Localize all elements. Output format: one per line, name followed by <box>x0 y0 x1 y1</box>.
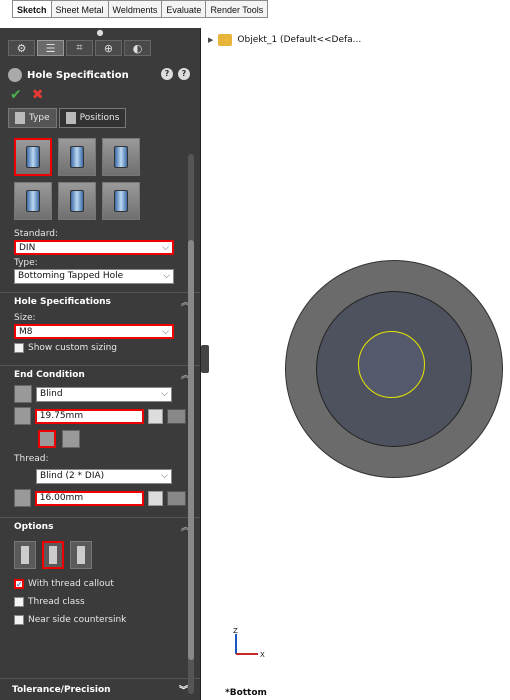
whats-wrong-icon[interactable]: ? <box>161 68 173 80</box>
panel-grip-dot: ● <box>96 28 104 37</box>
panel-splitter[interactable] <box>201 345 209 373</box>
dimxpert-icon[interactable]: ⊕ <box>95 40 122 56</box>
near-side-countersink-checkbox[interactable] <box>14 615 24 625</box>
command-manager-tabs: Sketch Sheet Metal Weldments Evaluate Re… <box>0 0 285 28</box>
thread-spin-icon[interactable] <box>148 490 164 506</box>
tab-sheet-metal[interactable]: Sheet Metal <box>51 0 109 18</box>
tip-depth-button[interactable] <box>62 430 80 448</box>
chevron-down-icon: ⌵ <box>163 271 170 281</box>
property-manager-panel: ● ⚙ ☰ ⌗ ⊕ ◐ Hole Specification ? ? ✔ ✖ T… <box>0 28 201 700</box>
link-icon[interactable] <box>167 408 186 424</box>
tab-sketch[interactable]: Sketch <box>12 0 52 18</box>
straight-tap-hole-button[interactable] <box>102 138 140 176</box>
blind-hole-depth-input[interactable]: 19.75mm <box>34 408 145 424</box>
chevron-down-icon: ⌵ <box>161 470 168 481</box>
hole-type-grid <box>0 132 200 226</box>
end-condition-section[interactable]: End Condition ︽ <box>0 365 200 383</box>
property-manager-icon[interactable]: ☰ <box>37 40 64 56</box>
thread-depth-row: 16.00mm <box>0 487 200 509</box>
help-icon[interactable]: ? <box>178 68 190 80</box>
help-icons: ? ? <box>161 68 190 80</box>
thread-options-row <box>0 535 200 575</box>
tab-weldments[interactable]: Weldments <box>108 0 163 18</box>
type-positions-tabs: Type Positions <box>0 104 200 132</box>
type-icon <box>15 112 25 124</box>
display-manager-icon[interactable]: ◐ <box>124 40 151 56</box>
thread-label: Thread: <box>14 454 49 464</box>
expand-arrow-icon[interactable]: ▶ <box>208 36 213 44</box>
tab-evaluate[interactable]: Evaluate <box>162 0 207 18</box>
size-label: Size: <box>14 313 36 323</box>
ok-cancel-row: ✔ ✖ <box>0 86 200 104</box>
shoulder-depth-button[interactable] <box>38 430 56 448</box>
depth-type-row <box>0 427 200 451</box>
part-icon <box>218 34 233 46</box>
link-icon[interactable] <box>167 490 186 506</box>
tab-type[interactable]: Type <box>8 108 57 128</box>
type-select[interactable]: Bottoming Tapped Hole ⌵ <box>14 269 174 284</box>
configuration-manager-icon[interactable]: ⌗ <box>66 40 93 56</box>
counterbore-hole-button[interactable] <box>14 138 52 176</box>
remove-thread-button[interactable] <box>70 541 92 569</box>
hole-placement-circle[interactable] <box>358 331 425 398</box>
cancel-x-icon[interactable]: ✖ <box>32 87 44 103</box>
show-custom-sizing-row[interactable]: Show custom sizing <box>0 339 200 357</box>
panel-title-row: Hole Specification ? ? <box>0 64 200 86</box>
view-orientation-label: *Bottom <box>225 688 267 698</box>
thread-class-row[interactable]: Thread class <box>0 593 200 611</box>
thread-select[interactable]: Blind (2 * DIA) ⌵ <box>36 468 172 484</box>
reverse-direction-icon[interactable] <box>14 385 32 403</box>
near-side-countersink-row[interactable]: Near side countersink <box>0 611 200 629</box>
axis-z-label: Z <box>233 627 238 635</box>
size-select[interactable]: M8 ⌵ <box>14 324 174 339</box>
thread-depth-icon <box>14 489 31 507</box>
with-thread-callout-checkbox[interactable]: ✓ <box>14 579 24 589</box>
thread-class-checkbox[interactable] <box>14 597 24 607</box>
legacy-hole-button[interactable] <box>58 182 96 220</box>
view-triad: Z X <box>233 627 265 659</box>
expand-icon: ︾ <box>178 686 188 696</box>
axis-x-label: X <box>260 651 265 659</box>
chevron-down-icon: ⌵ <box>162 243 169 253</box>
panel-title: Hole Specification <box>27 69 129 81</box>
end-condition-row: Blind ⌵ <box>0 383 200 405</box>
chevron-down-icon: ⌵ <box>161 388 168 399</box>
hole-wizard-icon <box>8 68 22 82</box>
type-label: Type: <box>14 258 38 268</box>
tapered-tap-hole-button[interactable] <box>14 182 52 220</box>
chevron-down-icon: ⌵ <box>162 327 169 337</box>
blind-hole-depth-icon <box>14 407 31 425</box>
with-thread-callout-row[interactable]: ✓ With thread callout <box>0 575 200 593</box>
panel-icon-bar: ⚙ ☰ ⌗ ⊕ ◐ <box>0 38 200 58</box>
counterbore-slot-button[interactable] <box>102 182 140 220</box>
depth-row: 19.75mm <box>0 405 200 427</box>
tab-render-tools[interactable]: Render Tools <box>206 0 269 18</box>
options-section[interactable]: Options ︽ <box>0 517 200 535</box>
end-condition-select[interactable]: Blind ⌵ <box>36 386 172 402</box>
thread-row: Blind (2 * DIA) ⌵ <box>0 465 200 487</box>
thread-depth-input[interactable]: 16.00mm <box>34 490 145 506</box>
countersink-hole-button[interactable] <box>58 138 96 176</box>
show-custom-sizing-checkbox[interactable] <box>14 343 24 353</box>
standard-select[interactable]: DIN ⌵ <box>14 240 174 255</box>
tolerance-section[interactable]: Tolerance/Precision ︾ <box>0 678 200 700</box>
feature-manager-icon[interactable]: ⚙ <box>8 40 35 56</box>
standard-label: Standard: <box>14 229 58 239</box>
feature-tree-item[interactable]: ▶ Objekt_1 (Default<<Defa... <box>208 34 361 46</box>
hole-spec-section[interactable]: Hole Specifications ︽ <box>0 292 200 310</box>
panel-scrollbar-thumb[interactable] <box>188 240 194 660</box>
positions-icon <box>65 112 76 124</box>
depth-spin-icon[interactable] <box>148 408 164 424</box>
cosmetic-thread-button[interactable] <box>42 541 64 569</box>
tap-drill-diameter-button[interactable] <box>14 541 36 569</box>
tab-positions[interactable]: Positions <box>58 108 127 128</box>
ok-check-icon[interactable]: ✔ <box>10 87 22 103</box>
